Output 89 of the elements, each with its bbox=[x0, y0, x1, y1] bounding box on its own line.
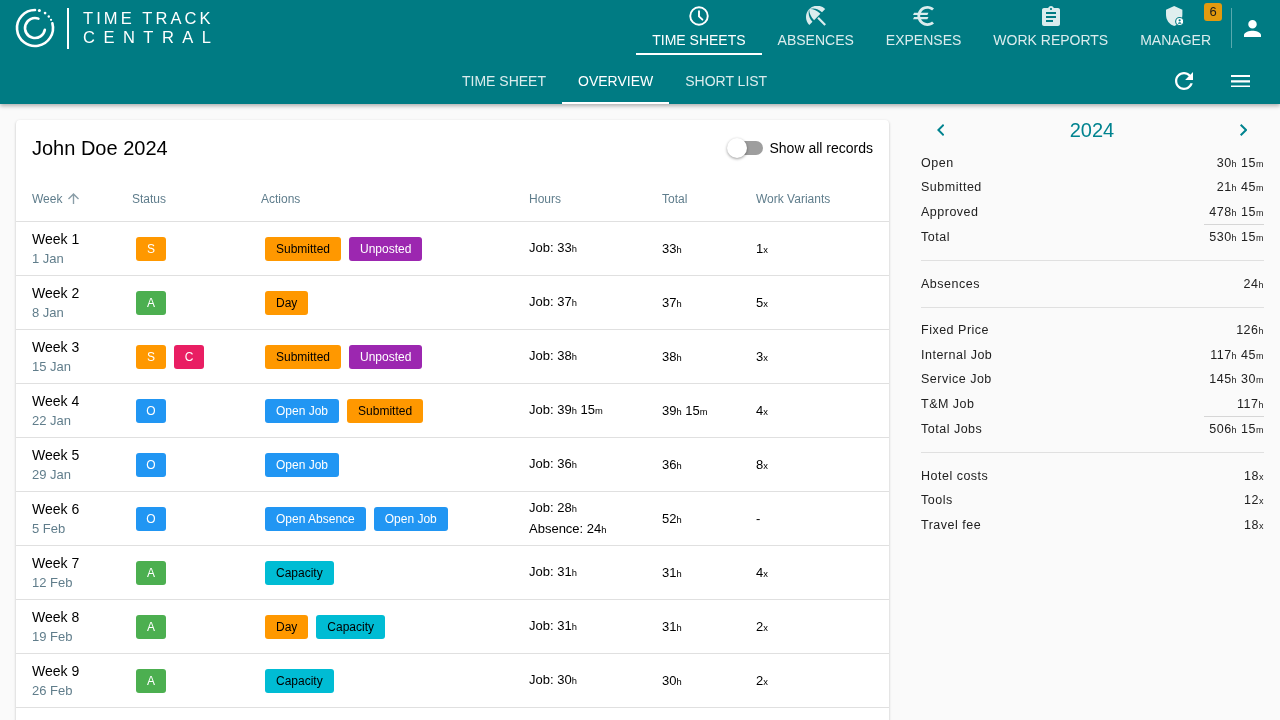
action-chip[interactable]: Open Absence bbox=[265, 506, 366, 531]
week-label: Week 8 bbox=[32, 607, 80, 627]
card-title: John Doe 2024 bbox=[32, 136, 168, 160]
year-label: 2024 bbox=[1069, 120, 1115, 140]
chevron-right-icon bbox=[1239, 124, 1247, 136]
summary-label: T&M Job bbox=[921, 396, 975, 411]
status-badge: A bbox=[136, 614, 166, 639]
summary-label: Travel fee bbox=[921, 517, 982, 532]
week-label: Week 5 bbox=[32, 445, 80, 465]
column-header[interactable]: Work Variants bbox=[756, 191, 831, 206]
work-variants-count: - bbox=[756, 511, 761, 526]
action-chip[interactable]: Day bbox=[265, 614, 309, 639]
chevron-left-icon bbox=[937, 124, 945, 136]
menu-icon bbox=[1230, 74, 1250, 88]
logo-text: TIME TRACK bbox=[83, 9, 214, 28]
week-date: 12 Feb bbox=[32, 573, 73, 592]
week-date: 15 Jan bbox=[32, 357, 72, 376]
nav-tab[interactable]: WORK REPORTS bbox=[977, 0, 1125, 55]
column-header[interactable]: Actions bbox=[261, 191, 301, 206]
refresh-icon bbox=[1175, 72, 1193, 90]
week-label: Week 6 bbox=[32, 499, 80, 519]
summary-label: Approved bbox=[921, 204, 979, 219]
toggle-label: Show all records bbox=[769, 140, 873, 156]
action-chip[interactable]: Unposted bbox=[349, 236, 423, 261]
summary-label: Open bbox=[921, 155, 954, 170]
logo-text: CENTRAL bbox=[83, 28, 220, 47]
status-badge: O bbox=[136, 506, 166, 531]
nav-tab[interactable]: MANAGER 6 bbox=[1124, 0, 1227, 55]
week-date: 8 Jan bbox=[32, 303, 64, 322]
summary-label: Absences bbox=[921, 276, 980, 291]
view-tab[interactable]: OVERVIEW bbox=[562, 58, 670, 104]
umbrella-icon bbox=[805, 6, 826, 26]
summary-label: Internal Job bbox=[921, 347, 993, 362]
action-chip[interactable]: Open Job bbox=[265, 452, 340, 477]
week-label: Week 4 bbox=[32, 391, 80, 411]
logo-icon bbox=[15, 8, 55, 48]
status-badge: S bbox=[136, 236, 166, 261]
clock-icon bbox=[688, 6, 709, 26]
status-badge: A bbox=[136, 668, 166, 693]
week-date: 1 Jan bbox=[32, 249, 64, 268]
nav-tab[interactable]: TIME SHEETS bbox=[636, 0, 762, 55]
status-badge: O bbox=[136, 452, 166, 477]
summary-label: Total Jobs bbox=[921, 422, 983, 437]
week-date: 22 Jan bbox=[32, 411, 72, 430]
action-chip[interactable]: Unposted bbox=[349, 344, 423, 369]
column-header[interactable]: Total bbox=[662, 191, 688, 206]
status-badge: C bbox=[174, 344, 204, 369]
view-tab[interactable]: TIME SHEET bbox=[446, 58, 562, 104]
summary-label: Total bbox=[921, 230, 950, 245]
status-badge: O bbox=[136, 398, 166, 423]
sort-arrow-icon bbox=[68, 193, 80, 204]
person-icon bbox=[1243, 19, 1261, 37]
summary-label: Service Job bbox=[921, 372, 992, 387]
week-date: 26 Feb bbox=[32, 681, 73, 700]
week-date: 29 Jan bbox=[32, 465, 72, 484]
action-chip[interactable]: Capacity bbox=[265, 560, 334, 585]
action-chip[interactable]: Open Job bbox=[373, 506, 448, 531]
action-chip[interactable]: Open Job bbox=[265, 398, 340, 423]
view-tab[interactable]: SHORT LIST bbox=[669, 58, 784, 104]
status-badge: S bbox=[136, 344, 166, 369]
action-chip[interactable]: Submitted bbox=[265, 344, 342, 369]
toggle-switch[interactable] bbox=[726, 138, 763, 158]
action-chip[interactable]: Submitted bbox=[265, 236, 342, 261]
summary-label: Hotel costs bbox=[921, 468, 989, 483]
summary-label: Fixed Price bbox=[921, 323, 990, 338]
shield-icon bbox=[1166, 6, 1185, 26]
week-label: Week 7 bbox=[32, 553, 80, 573]
action-chip[interactable]: Day bbox=[265, 290, 309, 315]
column-header[interactable]: Hours bbox=[529, 191, 561, 206]
euro-icon bbox=[913, 6, 935, 26]
week-label: Week 2 bbox=[32, 283, 80, 303]
column-header[interactable]: Status bbox=[132, 191, 167, 206]
week-date: 5 Feb bbox=[32, 519, 66, 538]
clipboard-icon bbox=[1041, 6, 1060, 26]
action-chip[interactable]: Capacity bbox=[316, 614, 386, 639]
status-badge: A bbox=[136, 290, 166, 315]
week-label: Week 3 bbox=[32, 337, 80, 357]
column-header[interactable]: Week bbox=[32, 191, 80, 206]
week-date: 19 Feb bbox=[32, 627, 73, 646]
week-label: Week 1 bbox=[32, 229, 80, 249]
action-chip[interactable]: Submitted bbox=[347, 398, 424, 423]
action-chip[interactable]: Capacity bbox=[265, 668, 334, 693]
week-label: Week 9 bbox=[32, 661, 80, 681]
summary-label: Tools bbox=[921, 493, 953, 508]
nav-tab[interactable]: EXPENSES bbox=[869, 0, 978, 55]
summary-label: Submitted bbox=[921, 180, 982, 195]
notification-badge: 6 bbox=[1204, 3, 1222, 21]
status-badge: A bbox=[136, 560, 166, 585]
nav-tab[interactable]: ABSENCES bbox=[761, 0, 870, 55]
